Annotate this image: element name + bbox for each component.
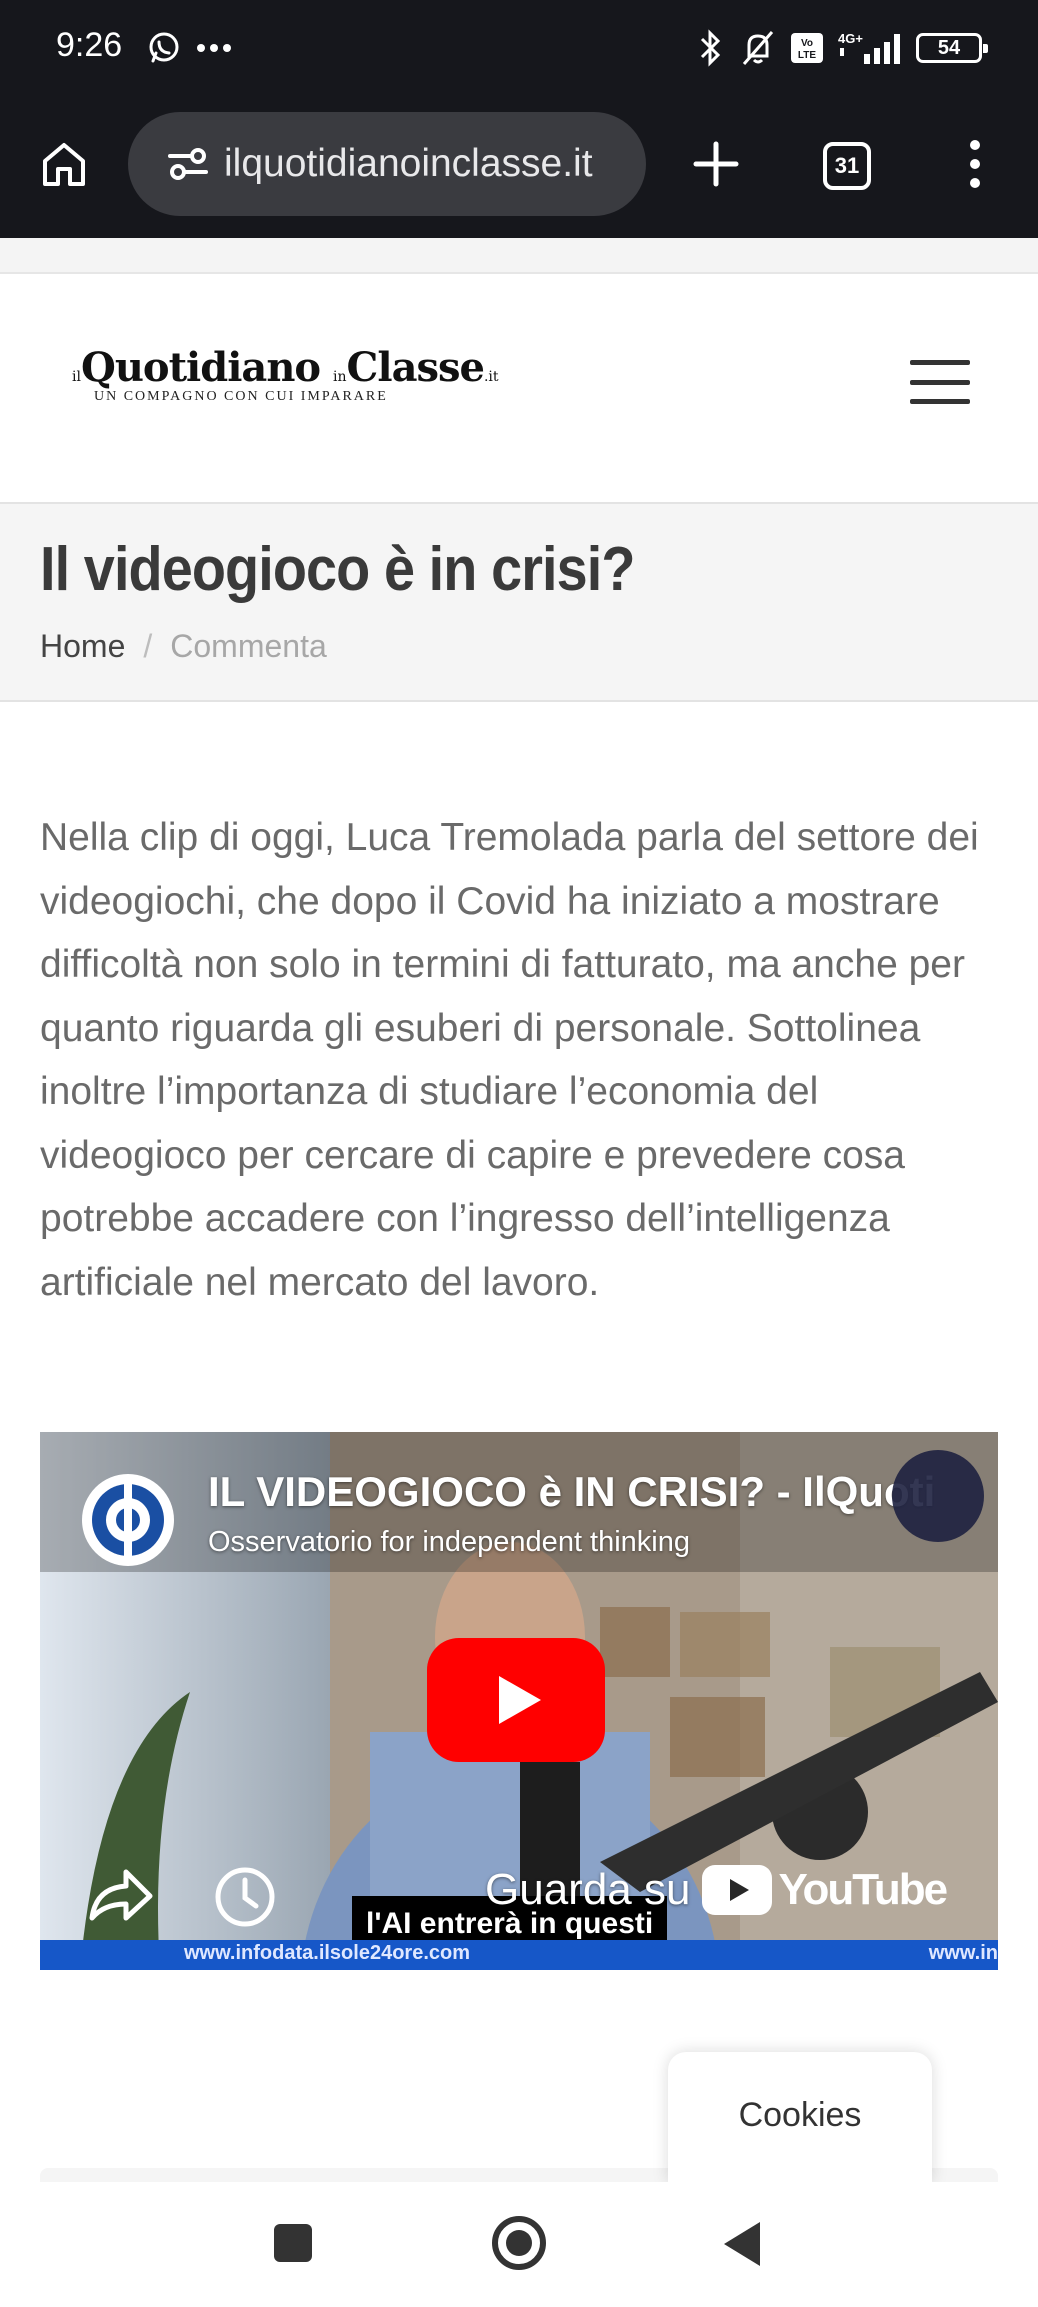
whatsapp-icon [149,32,179,63]
plus-icon [693,141,739,187]
channel-logo-icon [92,1484,164,1556]
breadcrumb-current: Commenta [170,628,327,664]
video-title[interactable]: IL VIDEOGIOCO è IN CRISI? - IlQuoti [208,1468,935,1516]
status-time: 9:26 [56,26,123,64]
watch-on-label: Guarda su [485,1865,691,1914]
video-channel-name[interactable]: Osservatorio for independent thinking [208,1526,690,1559]
site-logo[interactable]: ilQuotidiano inClasse.it UN COMPAGNO CON… [72,344,499,424]
tab-switcher-button[interactable]: 31 [823,142,871,190]
signal-icon: 4G+ [838,31,900,64]
new-tab-button[interactable] [686,134,746,194]
more-notifications-icon [197,44,231,52]
breadcrumb: Home / Commenta [40,628,327,665]
play-button-icon[interactable] [427,1638,605,1762]
breadcrumb-home-link[interactable]: Home [40,628,125,665]
home-icon [43,143,85,186]
svg-text:4G+: 4G+ [838,31,863,46]
browser-home-button[interactable] [34,134,94,194]
menu-dot-icon [970,159,980,169]
top-strip [0,238,1038,274]
hamburger-menu-icon[interactable] [910,360,970,404]
breadcrumb-separator: / [143,628,153,664]
status-system-icons: Vo LTE 4G+ 54 [696,26,988,70]
status-notification-icons [146,28,232,68]
status-bar: 9:26 Vo LTE 4G+ 54 [0,0,1038,98]
menu-dot-icon [970,178,980,188]
video-url-bar: www.infodata.ilsole24ore.com www.in [40,1940,998,1970]
url-text: ilquotidianoinclasse.it [224,142,593,185]
site-header: ilQuotidiano inClasse.it UN COMPAGNO CON… [0,274,1038,504]
site-settings-icon[interactable] [166,142,210,186]
address-bar[interactable]: ilquotidianoinclasse.it [128,112,646,216]
share-icon[interactable] [86,1864,154,1924]
browser-toolbar: ilquotidianoinclasse.it 31 [0,98,1038,238]
bluetooth-icon [700,29,721,67]
logo-wordmark: ilQuotidiano inClasse.it [72,344,499,391]
youtube-video-embed[interactable]: IL VIDEOGIOCO è IN CRISI? - IlQuoti Osse… [40,1432,998,1970]
page-title-band: Il videogioco è in crisi? Home / Comment… [0,504,1038,702]
article-body: Nella clip di oggi, Luca Tremolada parla… [40,816,979,1304]
video-corner-avatar [892,1450,984,1542]
menu-dot-icon [970,140,980,150]
watch-later-icon[interactable] [212,1864,278,1930]
back-icon[interactable] [724,2222,760,2266]
page-title: Il videogioco è in crisi? [40,535,635,604]
browser-menu-button[interactable] [955,134,995,194]
watch-on-youtube-button[interactable]: Guarda su YouTube [485,1850,948,1930]
youtube-wordmark: YouTube [778,1865,948,1914]
volte-icon: Vo LTE [791,33,823,63]
home-button-icon[interactable] [492,2216,546,2270]
cookies-button[interactable]: Cookies [668,2052,932,2182]
youtube-play-logo-icon [702,1865,773,1915]
logo-tagline: UN COMPAGNO CON CUI IMPARARE [94,389,388,404]
youtube-logo: YouTube [702,1865,948,1915]
channel-avatar[interactable] [82,1474,174,1566]
system-navigation-bar [0,2182,1038,2307]
muted-bell-icon [742,31,774,65]
recent-apps-icon[interactable] [274,2224,312,2262]
battery-indicator: 54 [916,33,988,63]
svg-text:Vo: Vo [801,38,813,49]
video-url-left: www.infodata.ilsole24ore.com [184,1942,470,1964]
video-url-right: www.in [928,1942,998,1964]
svg-text:LTE: LTE [798,50,816,61]
